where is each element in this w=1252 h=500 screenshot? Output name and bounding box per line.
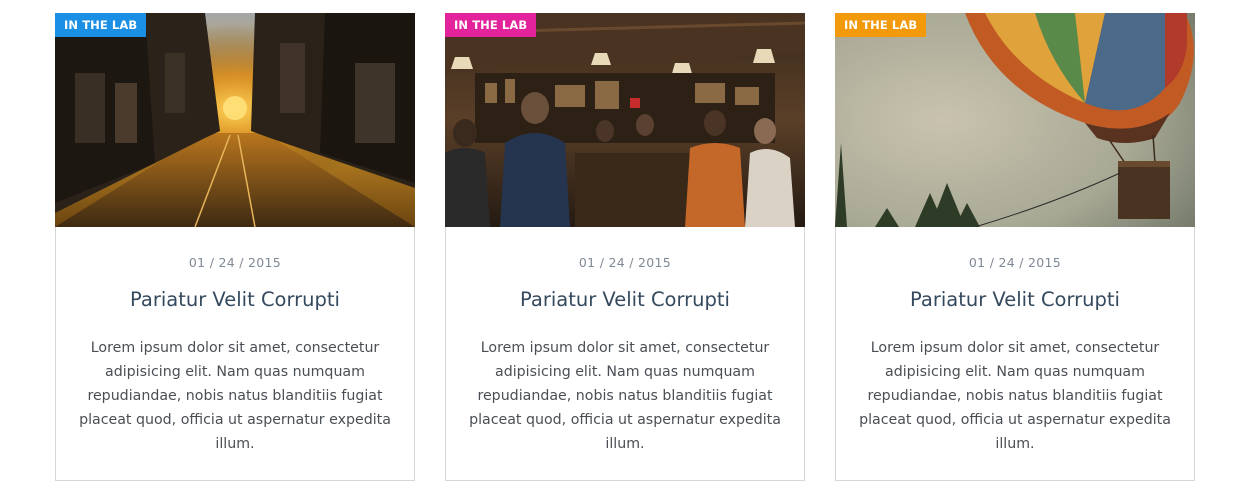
category-badge[interactable]: IN THE LAB xyxy=(835,13,927,37)
card-grid: IN THE LAB 01 / 24 / 2015 Pariatur Velit… xyxy=(55,13,1195,481)
card-image-balloon[interactable]: IN THE LAB xyxy=(835,13,1195,227)
category-badge[interactable]: IN THE LAB xyxy=(55,13,147,37)
card-image-cafe[interactable]: IN THE LAB xyxy=(445,13,805,227)
card-excerpt: Lorem ipsum dolor sit amet, consectetur … xyxy=(859,340,1171,452)
card-body: 01 / 24 / 2015 Pariatur Velit Corrupti L… xyxy=(446,255,804,456)
card-date: 01 / 24 / 2015 xyxy=(968,255,1062,270)
hot-air-balloon-image xyxy=(835,13,1195,227)
card-title[interactable]: Pariatur Velit Corrupti xyxy=(854,288,1176,311)
card-excerpt: Lorem ipsum dolor sit amet, consectetur … xyxy=(79,340,391,452)
cafe-bar-image xyxy=(445,13,805,227)
card-body: 01 / 24 / 2015 Pariatur Velit Corrupti L… xyxy=(56,255,414,456)
category-badge[interactable]: IN THE LAB xyxy=(445,13,537,37)
blog-card: IN THE LAB 01 / 24 / 2015 Pariatur Velit… xyxy=(445,13,805,481)
card-date: 01 / 24 / 2015 xyxy=(578,255,672,270)
card-date: 01 / 24 / 2015 xyxy=(188,255,282,270)
blog-card: IN THE LAB 01 / 24 / 2015 Pariatur Velit… xyxy=(55,13,415,481)
card-title[interactable]: Pariatur Velit Corrupti xyxy=(464,288,786,311)
card-body: 01 / 24 / 2015 Pariatur Velit Corrupti L… xyxy=(836,255,1194,456)
card-title[interactable]: Pariatur Velit Corrupti xyxy=(74,288,396,311)
sunset-street-image xyxy=(55,13,415,227)
card-excerpt: Lorem ipsum dolor sit amet, consectetur … xyxy=(469,340,781,452)
card-image-street[interactable]: IN THE LAB xyxy=(55,13,415,227)
blog-card: IN THE LAB 01 / 24 / 2015 Pariatur Velit… xyxy=(835,13,1195,481)
